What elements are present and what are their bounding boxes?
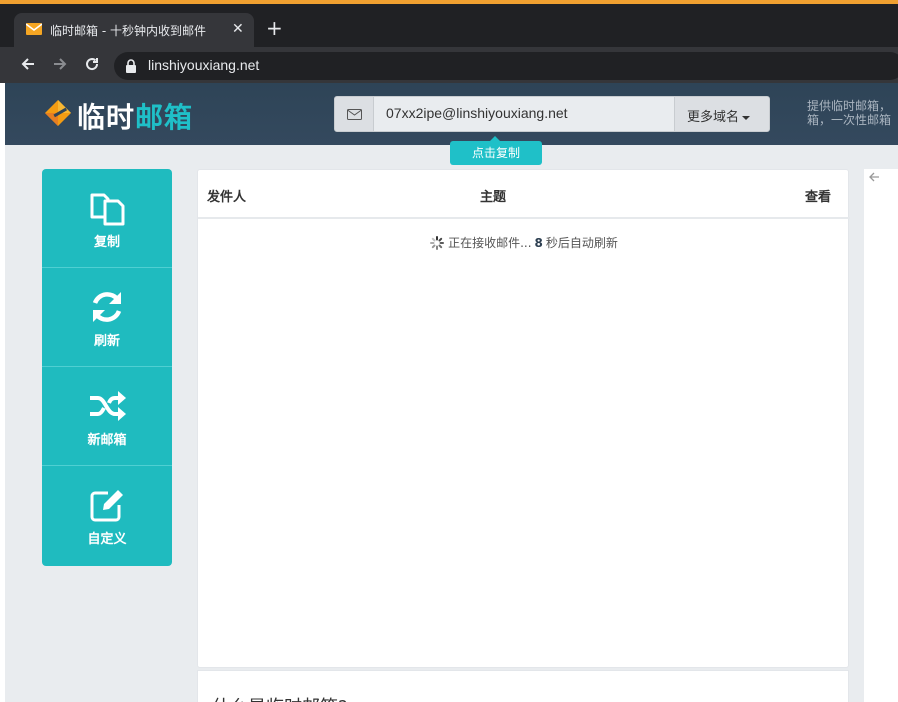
more-domains-label: 更多域名 — [687, 110, 740, 125]
copy-label: 复制 — [93, 235, 120, 250]
logo-main-text: 临时 — [77, 101, 136, 134]
column-subject: 主题 — [480, 190, 507, 205]
refresh-button[interactable]: 刷新 — [42, 268, 172, 367]
collapse-arrow-icon[interactable] — [868, 171, 880, 187]
tab-title: 临时邮箱 - 十秒钟内收到邮件 — [50, 24, 206, 38]
browser-chrome: 临时邮箱 - 十秒钟内收到邮件 ✕ + linshiyouxiang.net — [0, 0, 898, 83]
shuffle-icon — [90, 391, 126, 421]
envelope-icon — [347, 109, 362, 120]
email-addon — [334, 96, 374, 132]
more-domains-button[interactable]: 更多域名 — [674, 96, 770, 132]
reload-icon[interactable] — [82, 55, 102, 75]
logo-accent-text: 邮箱 — [135, 101, 194, 134]
refresh-countdown: 8 — [534, 236, 543, 250]
refresh-label: 刷新 — [93, 334, 120, 349]
loading-spinner-icon — [430, 236, 445, 250]
window-top-accent — [0, 0, 898, 4]
tab-close-icon[interactable]: ✕ — [232, 21, 244, 37]
copy-tooltip[interactable]: 点击复制 — [450, 136, 542, 165]
inbox-panel: 发件人 主题 查看 正在接收邮件... 8 秒后自动刷新 — [197, 169, 850, 668]
back-arrow-icon[interactable] — [18, 55, 38, 75]
faq-title: 什么是临时邮箱? — [212, 693, 348, 702]
site-header: 临时邮箱 07xx2ipe@linshiyouxiang.net 更多域名 提供… — [5, 83, 898, 145]
browser-tab[interactable]: 临时邮箱 - 十秒钟内收到邮件 ✕ — [14, 13, 254, 47]
inbox-status: 正在接收邮件... 8 秒后自动刷新 — [198, 234, 850, 251]
new-mailbox-label: 新邮箱 — [87, 433, 127, 448]
lock-icon — [126, 59, 136, 73]
url-text: linshiyouxiang.net — [148, 57, 260, 73]
forward-arrow-icon[interactable] — [50, 55, 70, 75]
status-prefix: 正在接收邮件... — [448, 236, 532, 250]
address-bar[interactable]: linshiyouxiang.net — [114, 52, 898, 80]
action-sidebar: 复制 刷新 新邮箱 自定义 — [42, 169, 172, 566]
new-tab-button[interactable]: + — [266, 18, 283, 38]
site-tagline: 提供临时邮箱， 箱，一次性邮箱 — [807, 99, 891, 127]
copy-button[interactable]: 复制 — [42, 169, 172, 268]
logo-text: 临时邮箱 — [77, 96, 193, 136]
right-side-panel — [864, 169, 898, 702]
refresh-icon — [92, 292, 122, 322]
new-mailbox-button[interactable]: 新邮箱 — [42, 367, 172, 466]
column-view: 查看 — [805, 190, 832, 205]
browser-toolbar: linshiyouxiang.net — [0, 47, 898, 83]
column-sender: 发件人 — [207, 190, 247, 205]
logo-diamond-icon — [45, 100, 71, 126]
custom-button[interactable]: 自定义 — [42, 466, 172, 565]
custom-label: 自定义 — [87, 532, 127, 547]
status-suffix: 秒后自动刷新 — [545, 236, 618, 250]
mail-favicon-icon — [26, 23, 42, 35]
edit-icon — [90, 490, 123, 522]
tagline-line-1: 提供临时邮箱， — [807, 99, 892, 113]
inbox-header: 发件人 主题 查看 — [198, 170, 850, 219]
caret-down-icon — [742, 115, 751, 120]
copy-icon — [90, 193, 125, 226]
email-address-field[interactable]: 07xx2ipe@linshiyouxiang.net — [374, 96, 675, 132]
tagline-line-2: 箱，一次性邮箱 — [807, 113, 892, 127]
email-address-group: 07xx2ipe@linshiyouxiang.net 更多域名 — [334, 96, 770, 132]
faq-panel: 什么是临时邮箱? — [197, 670, 849, 702]
